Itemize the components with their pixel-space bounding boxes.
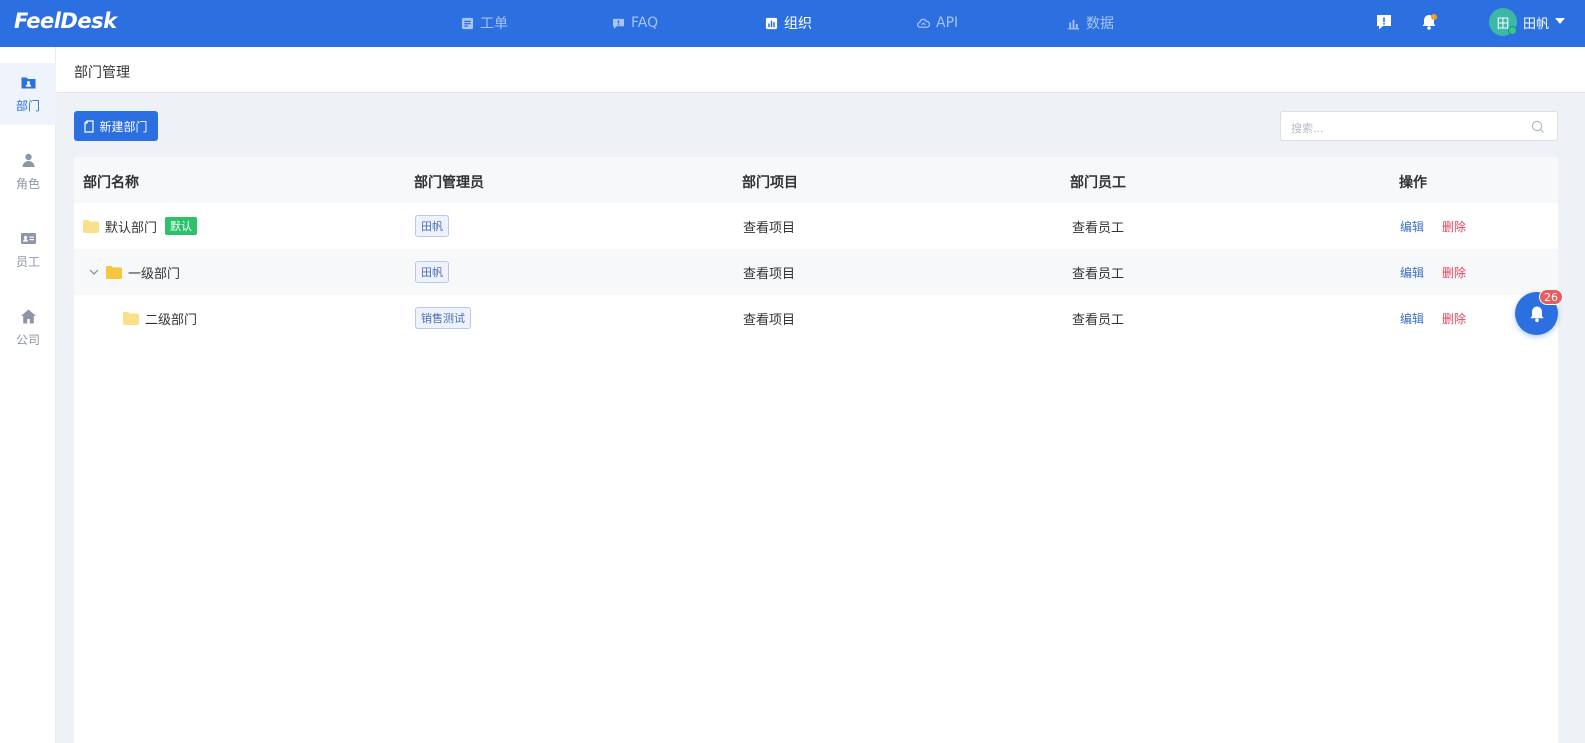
folder-icon	[83, 219, 99, 233]
search-input[interactable]: 搜索...	[1280, 111, 1558, 141]
page-title: 部门管理	[74, 65, 130, 81]
table-header: 部门名称 部门管理员 部门项目 部门员工 操作	[74, 157, 1558, 203]
department-name-cell: 默认部门 默认	[83, 203, 198, 249]
nav-item-api[interactable]: API	[917, 13, 958, 33]
sidebar-item-department[interactable]: 部门	[0, 63, 56, 125]
nav-item-data[interactable]: 数据	[1067, 13, 1114, 33]
user-name[interactable]: 田帆	[1523, 13, 1549, 32]
department-name-cell: 一级部门	[88, 249, 180, 295]
sidebar-item-label: 角色	[15, 177, 40, 191]
folder-open-icon	[106, 265, 122, 279]
manager-tag[interactable]: 销售测试	[415, 307, 471, 329]
view-employees-link[interactable]: 查看员工	[1072, 309, 1124, 328]
department-name[interactable]: 二级部门	[145, 309, 197, 328]
default-badge: 默认	[165, 217, 198, 235]
view-projects-link[interactable]: 查看项目	[743, 263, 795, 282]
sidebar-item-employee[interactable]: 员工	[0, 219, 56, 281]
nav-item-label: FAQ	[631, 15, 659, 31]
faq-icon	[612, 18, 625, 29]
new-document-icon	[84, 119, 95, 133]
manager-tag[interactable]: 田帆	[415, 215, 449, 237]
search-icon[interactable]	[1531, 120, 1545, 134]
delete-button[interactable]: 删除	[1442, 264, 1466, 281]
department-name[interactable]: 一级部门	[128, 263, 180, 282]
new-department-label: 新建部门	[99, 119, 148, 134]
column-header: 部门项目	[742, 175, 798, 191]
edit-button[interactable]: 编辑	[1400, 264, 1424, 281]
department-name-cell: 二级部门	[123, 295, 197, 341]
top-navigation-bar: FeelDesk 工单 FAQ 组织 API 数据 田 田帆	[0, 0, 1585, 47]
ticket-icon	[461, 17, 474, 29]
sidebar: 部门 角色 员工 公司	[0, 47, 56, 743]
column-header: 部门管理员	[414, 175, 484, 191]
view-employees-link[interactable]: 查看员工	[1072, 217, 1124, 236]
view-employees-link[interactable]: 查看员工	[1072, 263, 1124, 282]
api-cloud-icon	[917, 18, 930, 28]
nav-item-faq[interactable]: FAQ	[612, 13, 658, 33]
department-icon	[21, 77, 35, 89]
view-projects-link[interactable]: 查看项目	[743, 309, 795, 328]
bell-icon	[1529, 306, 1544, 322]
department-table: 部门名称 部门管理员 部门项目 部门员工 操作 默认部门 默认 田帆 查看项目 …	[74, 157, 1558, 743]
nav-item-label: 组织	[784, 16, 812, 32]
feedback-icon[interactable]	[1374, 12, 1394, 32]
manager-tag[interactable]: 田帆	[415, 261, 449, 283]
bell-icon[interactable]	[1419, 12, 1439, 32]
sidebar-item-label: 部门	[15, 99, 40, 113]
delete-button[interactable]: 删除	[1442, 218, 1466, 235]
edit-button[interactable]: 编辑	[1400, 218, 1424, 235]
nav-item-ticket[interactable]: 工单	[461, 13, 508, 33]
role-icon	[22, 153, 34, 167]
delete-button[interactable]: 删除	[1442, 310, 1466, 327]
nav-item-label: API	[936, 15, 959, 31]
view-projects-link[interactable]: 查看项目	[743, 217, 795, 236]
department-name[interactable]: 默认部门	[105, 217, 157, 236]
sidebar-item-label: 公司	[15, 333, 40, 347]
chevron-down-icon[interactable]	[88, 266, 100, 278]
new-department-button[interactable]: 新建部门	[74, 111, 158, 141]
page-header: 部门管理	[56, 47, 1585, 93]
org-chart-icon	[765, 17, 778, 29]
sidebar-item-role[interactable]: 角色	[0, 141, 56, 203]
table-row: 默认部门 默认 田帆 查看项目 查看员工 编辑 删除	[74, 203, 1558, 249]
company-home-icon	[20, 309, 36, 324]
sidebar-item-company[interactable]: 公司	[0, 297, 56, 359]
app-logo[interactable]: FeelDesk	[14, 9, 117, 33]
online-status-dot	[1508, 26, 1517, 35]
caret-down-icon[interactable]	[1555, 18, 1565, 24]
data-bars-icon	[1067, 19, 1080, 29]
nav-item-organization[interactable]: 组织	[765, 13, 812, 33]
search-placeholder: 搜索...	[1291, 122, 1324, 135]
column-header: 部门员工	[1070, 175, 1126, 191]
column-header: 操作	[1399, 175, 1427, 191]
nav-item-label: 工单	[480, 16, 508, 32]
column-header: 部门名称	[83, 175, 139, 191]
notification-count-badge: 26	[1539, 289, 1563, 305]
table-row: 一级部门 田帆 查看项目 查看员工 编辑 删除	[74, 249, 1558, 295]
sidebar-item-label: 员工	[15, 255, 40, 269]
edit-button[interactable]: 编辑	[1400, 310, 1424, 327]
folder-icon	[123, 311, 139, 325]
nav-item-label: 数据	[1086, 16, 1114, 32]
table-row: 二级部门 销售测试 查看项目 查看员工 编辑 删除	[74, 295, 1558, 341]
employee-card-icon	[20, 233, 36, 244]
